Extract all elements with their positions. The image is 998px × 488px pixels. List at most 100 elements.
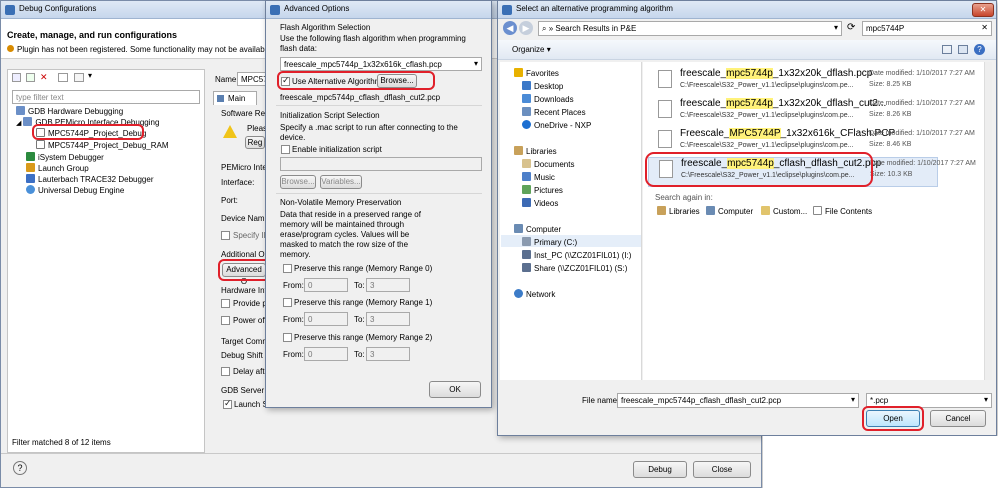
star-icon xyxy=(514,68,523,77)
nav-videos[interactable]: Videos xyxy=(522,198,558,208)
provide-power-checkbox[interactable] xyxy=(221,299,230,308)
address-chevron-icon: ▾ xyxy=(833,23,838,32)
nav-onedrive[interactable]: OneDrive - NXP xyxy=(522,120,591,130)
specify-ip-checkbox[interactable] xyxy=(221,231,230,240)
main-tab-icon xyxy=(217,95,224,102)
nav-pictures[interactable]: Pictures xyxy=(522,185,563,195)
register-button[interactable]: Reg xyxy=(245,136,265,149)
file-date: Date modified: 1/10/2017 7:27 AM xyxy=(870,160,976,167)
help-icon[interactable]: ? xyxy=(974,44,985,55)
close-button[interactable]: Close xyxy=(693,461,751,478)
nav-computer[interactable]: Computer xyxy=(514,224,561,234)
nav-music[interactable]: Music xyxy=(522,172,555,182)
view-options-icon[interactable] xyxy=(942,45,952,54)
nav-inst-pc[interactable]: Inst_PC (\\ZCZ01FIL01) (I:) xyxy=(522,250,631,260)
recent-places-icon xyxy=(522,107,531,116)
search-folder-icon: ⌕ » xyxy=(542,24,556,33)
file-path: C:\Freescale\S32_Power_v1.1\eclipse\plug… xyxy=(680,82,854,89)
filename-label: File name: xyxy=(582,396,620,405)
forward-button[interactable]: ▶ xyxy=(519,21,533,35)
tree-item-lauterbach[interactable]: Lauterbach TRACE32 Debugger xyxy=(26,174,153,184)
config-file-icon xyxy=(36,140,45,149)
range-1-to-field[interactable]: 3 xyxy=(366,312,410,326)
search-custom-link[interactable]: Custom... xyxy=(761,206,807,216)
search-libraries-link[interactable]: Libraries xyxy=(657,206,700,216)
back-button[interactable]: ◀ xyxy=(503,21,517,35)
range-2-to-field[interactable]: 3 xyxy=(366,347,410,361)
file-row[interactable]: freescale_mpc5744p_1x32x20k_dflash.pcp C… xyxy=(648,68,975,98)
nav-documents[interactable]: Documents xyxy=(522,159,574,169)
tree-item-isystem[interactable]: iSystem Debugger xyxy=(26,152,104,162)
range-0-from-field[interactable]: 0 xyxy=(304,278,348,292)
search-file-contents-link[interactable]: File Contents xyxy=(813,206,872,216)
close-window-button[interactable]: ✕ xyxy=(972,3,994,17)
nav-libraries[interactable]: Libraries xyxy=(514,146,557,156)
dropdown-chevron-icon[interactable]: ▾ xyxy=(88,71,92,80)
preview-pane-icon[interactable] xyxy=(958,45,968,54)
organize-menu[interactable]: Organize ▾ xyxy=(512,45,551,54)
debug-button[interactable]: Debug xyxy=(633,461,687,478)
variables-button[interactable]: Variables... xyxy=(320,175,362,189)
nav-share[interactable]: Share (\\ZCZ01FIL01) (S:) xyxy=(522,263,627,273)
power-off-checkbox[interactable] xyxy=(221,316,230,325)
enable-init-checkbox[interactable] xyxy=(281,145,290,154)
gdb-icon xyxy=(16,106,25,115)
nav-desktop[interactable]: Desktop xyxy=(522,81,563,91)
filter-icon[interactable] xyxy=(58,73,68,82)
nav-downloads[interactable]: Downloads xyxy=(522,94,574,104)
filter-input[interactable]: type filter text xyxy=(12,90,200,104)
nav-favorites[interactable]: Favorites xyxy=(514,68,559,78)
tab-main[interactable]: Main xyxy=(213,91,257,105)
tree-item-launch-group[interactable]: Launch Group xyxy=(26,163,89,173)
init-script-field[interactable] xyxy=(280,157,482,171)
preserve-range-1-label: Preserve this range (Memory Range 1) xyxy=(294,298,433,307)
refresh-icon[interactable]: ⟳ xyxy=(847,22,855,33)
file-name: freescale_mpc5744p_1x32x20k_dflash_cut2.… xyxy=(680,98,887,109)
close-search-icon[interactable]: ✕ xyxy=(981,23,988,32)
range-2-from-field[interactable]: 0 xyxy=(304,347,348,361)
tree-item-universal-debug[interactable]: Universal Debug Engine xyxy=(26,185,124,195)
collapse-icon[interactable] xyxy=(74,73,84,82)
provide-power-label: Provide p xyxy=(233,299,267,308)
flash-algorithm-select[interactable]: freescale_mpc5744p_1x32x616k_cflash.pcp ▾ xyxy=(280,57,482,71)
tree-item-gdb-hardware[interactable]: GDB Hardware Debugging xyxy=(16,106,123,116)
delay-after-checkbox[interactable] xyxy=(221,367,230,376)
filename-chevron-icon: ▾ xyxy=(850,395,855,404)
selected-file-highlight xyxy=(645,152,873,187)
search-input[interactable]: mpc5744P ✕ xyxy=(862,21,992,36)
name-field[interactable]: MPC57 xyxy=(237,72,267,86)
cancel-button[interactable]: Cancel xyxy=(930,410,986,427)
section-divider xyxy=(276,193,482,194)
pictures-icon xyxy=(522,185,531,194)
nav-recent-places[interactable]: Recent Places xyxy=(522,107,586,117)
file-list-scrollbar[interactable] xyxy=(984,62,992,380)
file-size: Size: 8.25 KB xyxy=(869,81,912,88)
preserve-range-1-checkbox[interactable] xyxy=(283,298,292,307)
tree-item-project-debug-ram[interactable]: MPC5744P_Project_Debug_RAM xyxy=(36,140,169,150)
nav-network[interactable]: Network xyxy=(514,289,555,299)
new-config-icon[interactable] xyxy=(12,73,21,82)
to-label: To: xyxy=(354,281,365,290)
from-label: From: xyxy=(283,281,304,290)
filename-input[interactable]: freescale_mpc5744p_cflash_dflash_cut2.pc… xyxy=(617,393,859,408)
duplicate-config-icon[interactable] xyxy=(26,73,35,82)
launch-server-checkbox[interactable] xyxy=(223,398,232,409)
preserve-range-2-checkbox[interactable] xyxy=(283,333,292,342)
file-row[interactable]: freescale_mpc5744p_1x32x20k_dflash_cut2.… xyxy=(648,98,975,128)
nav-primary-drive[interactable]: Primary (C:) xyxy=(522,237,577,247)
preserve-range-0-checkbox[interactable] xyxy=(283,264,292,273)
address-bar[interactable]: ⌕ » Search Results in P&E ▾ xyxy=(538,21,842,36)
range-1-from-field[interactable]: 0 xyxy=(304,312,348,326)
debug-app-icon xyxy=(5,5,15,15)
delete-config-icon[interactable]: ✕ xyxy=(40,73,49,82)
ok-button[interactable]: OK xyxy=(429,381,481,398)
help-icon[interactable]: ? xyxy=(13,461,27,475)
tree-toolbar: ✕ ▾ xyxy=(10,71,120,85)
config-tree-pane: ✕ ▾ type filter text GDB Hardware Debugg… xyxy=(7,69,205,453)
pemicro-interface-label: PEMicro Inte xyxy=(221,163,267,172)
browse-script-button[interactable]: Browse... xyxy=(280,175,316,189)
warning-triangle-icon xyxy=(223,125,237,138)
search-computer-link[interactable]: Computer xyxy=(706,206,753,216)
range-0-to-field[interactable]: 3 xyxy=(366,278,410,292)
alternative-path: freescale_mpc5744p_cflash_dflash_cut2.pc… xyxy=(280,93,441,102)
